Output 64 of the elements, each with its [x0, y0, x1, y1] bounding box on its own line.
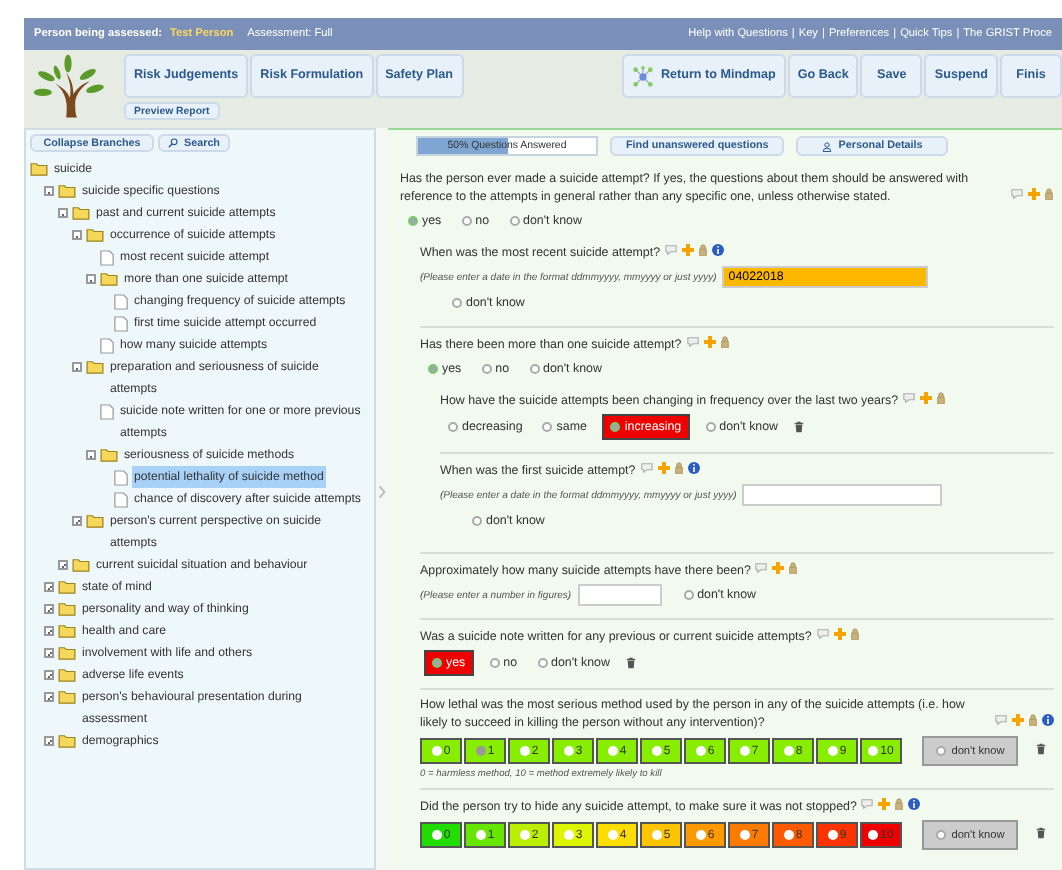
trash-icon[interactable]	[1036, 742, 1046, 756]
number-field[interactable]	[577, 584, 662, 606]
folder-icon	[86, 360, 104, 374]
lock-icon[interactable]	[788, 562, 799, 575]
folder-icon	[58, 734, 76, 748]
expand-icon[interactable]	[72, 516, 82, 526]
person-icon	[822, 141, 833, 151]
chevron-right-icon[interactable]	[378, 483, 386, 499]
lock-icon[interactable]	[698, 244, 709, 257]
lock-icon[interactable]	[719, 336, 730, 349]
comment-icon[interactable]	[685, 336, 700, 349]
comment-icon[interactable]	[994, 714, 1008, 727]
search-icon	[168, 138, 178, 148]
comment-icon[interactable]	[902, 392, 917, 405]
add-icon[interactable]	[1012, 714, 1024, 727]
lock-icon[interactable]	[673, 462, 684, 475]
collapse-icon[interactable]	[86, 450, 96, 460]
date-field[interactable]	[742, 484, 943, 506]
comment-icon[interactable]	[754, 562, 769, 575]
add-icon[interactable]	[772, 562, 785, 575]
tree-logo-icon	[32, 54, 104, 120]
info-icon[interactable]	[712, 244, 725, 257]
collapse-icon[interactable]	[86, 274, 96, 284]
folder-icon	[86, 514, 104, 528]
comment-icon[interactable]	[1010, 188, 1024, 201]
lock-icon[interactable]	[894, 798, 905, 811]
expand-icon[interactable]	[44, 582, 54, 592]
add-icon[interactable]	[833, 628, 846, 641]
expand-icon[interactable]	[44, 604, 54, 614]
trash-icon[interactable]	[625, 656, 636, 670]
info-icon[interactable]	[1042, 714, 1054, 727]
collapse-icon[interactable]	[72, 230, 82, 240]
collapse-icon[interactable]	[72, 362, 82, 372]
add-icon[interactable]	[878, 798, 891, 811]
comment-icon[interactable]	[815, 628, 830, 641]
comment-icon[interactable]	[860, 798, 875, 811]
expand-icon[interactable]	[44, 736, 54, 746]
lock-icon[interactable]	[936, 392, 947, 405]
info-icon[interactable]	[687, 462, 700, 475]
add-icon[interactable]	[703, 336, 716, 349]
trash-icon[interactable]	[1036, 826, 1046, 840]
collapse-icon[interactable]	[44, 186, 54, 196]
folder-icon	[100, 272, 118, 286]
expand-icon[interactable]	[44, 648, 54, 658]
info-icon[interactable]	[908, 798, 921, 811]
network-icon	[632, 65, 655, 87]
comment-icon[interactable]	[639, 462, 654, 475]
add-icon[interactable]	[657, 462, 670, 475]
lock-icon[interactable]	[849, 628, 860, 641]
expand-icon[interactable]	[44, 692, 54, 702]
lock-icon[interactable]	[1044, 188, 1054, 201]
add-icon[interactable]	[1028, 188, 1040, 201]
page-icon	[100, 404, 114, 420]
add-icon[interactable]	[920, 392, 933, 405]
expand-icon[interactable]	[44, 626, 54, 636]
page-icon	[100, 250, 114, 266]
add-icon[interactable]	[682, 244, 695, 257]
trash-icon[interactable]	[794, 420, 805, 434]
expand-icon[interactable]	[44, 670, 54, 680]
collapse-icon[interactable]	[58, 208, 68, 218]
lock-icon[interactable]	[1028, 714, 1038, 727]
comment-icon[interactable]	[664, 244, 679, 257]
expand-icon[interactable]	[58, 560, 68, 570]
folder-icon	[100, 448, 118, 462]
